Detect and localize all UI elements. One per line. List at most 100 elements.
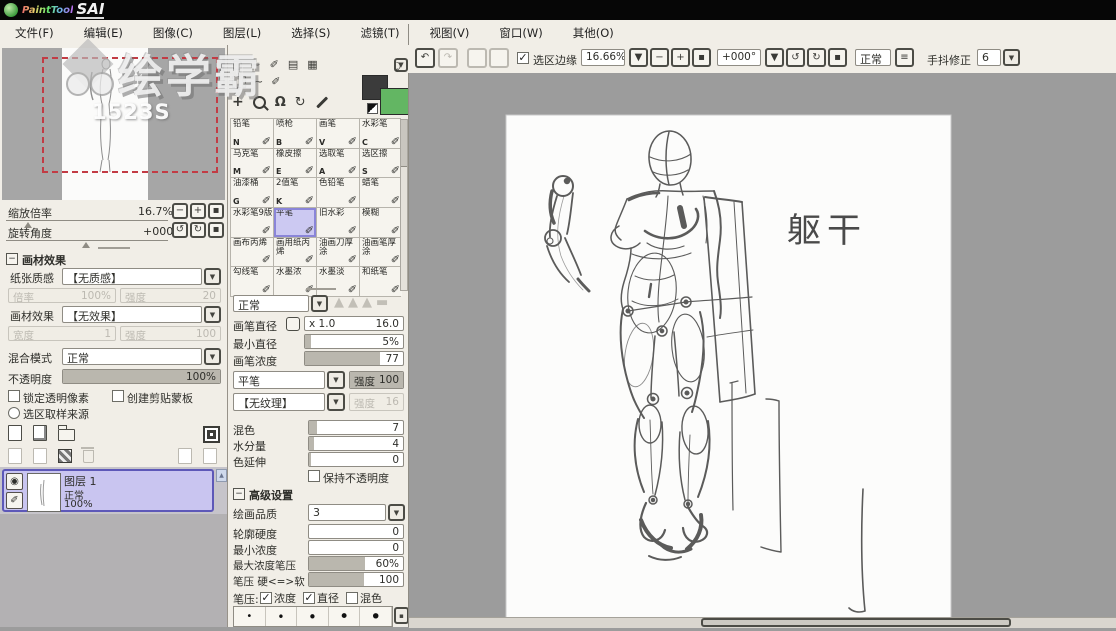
nav-zoom-button[interactable]: − — [172, 203, 188, 219]
new-folder-icon[interactable] — [58, 425, 75, 441]
size-preset-button[interactable]: • — [234, 607, 266, 626]
nav-zoom-button[interactable]: + — [190, 203, 206, 219]
stabilizer-value-box[interactable]: 6 — [977, 49, 1001, 66]
layer-blend-dropdown-button[interactable]: ▼ — [204, 348, 221, 365]
brush-item[interactable]: 画笔 V ✐ — [317, 119, 359, 148]
clear-layer-icon[interactable] — [58, 449, 72, 463]
brush-item[interactable]: 油画刀厚涂 ✐ — [317, 237, 359, 267]
layer-scroll-up-button[interactable]: ▲ — [216, 469, 227, 482]
paper-strength-slider[interactable]: 强度 20 — [120, 288, 221, 303]
pressure-check-item[interactable]: ✓ 直径 — [303, 590, 339, 606]
angle-control-button[interactable]: ↺ — [786, 48, 805, 67]
size-preset-button[interactable]: • — [297, 607, 329, 626]
raise-layer-icon[interactable] — [178, 448, 192, 464]
brush-item[interactable]: 画布丙烯 ✐ — [231, 237, 273, 267]
layer-opacity-slider[interactable]: 100% — [62, 369, 221, 384]
texture-select[interactable]: 【无纹理】 — [233, 393, 325, 411]
clipping-mask-checkbox[interactable]: ✓ — [112, 390, 124, 402]
texture-strength-slider[interactable]: 强度 16 — [349, 393, 404, 411]
brush-tip-shape-icon[interactable]: ▬ — [376, 295, 388, 310]
nav-zoom-slider[interactable] — [6, 220, 168, 221]
hatch-texture-icon[interactable]: ▤ — [288, 58, 298, 71]
size-preset-button[interactable]: • — [329, 607, 361, 627]
brush-item[interactable]: 油漆桶 G ✐ — [231, 178, 273, 208]
angle-control-button[interactable]: ▪ — [828, 48, 847, 67]
brush-blend-mode-select[interactable]: 正常 — [233, 295, 309, 312]
brush-item[interactable]: 水彩笔9版 ✐ — [231, 208, 273, 237]
max-density-slider[interactable]: 60% — [308, 556, 404, 571]
menu-item[interactable]: 图像(C) — [138, 25, 208, 41]
nav-angle-slider-handle[interactable] — [82, 242, 90, 248]
paper-texture-dropdown-button[interactable]: ▼ — [204, 268, 221, 285]
pressure-check-item[interactable]: ✓ 浓度 — [260, 590, 296, 606]
brush-tip-shape-icon[interactable]: ▲ — [348, 295, 358, 310]
effect-strength-slider[interactable]: 强度 100 — [120, 326, 221, 341]
menu-item[interactable]: 滤镜(T) — [346, 25, 415, 41]
zoom-control-button[interactable]: ▪ — [692, 48, 711, 67]
zoom-value-box[interactable]: 16.66% — [581, 49, 625, 66]
new-lineart-layer-icon[interactable] — [33, 425, 47, 441]
nav-angle-button[interactable]: ↺ — [172, 222, 188, 238]
undo-button[interactable]: ↶ — [415, 48, 435, 68]
pressure-checkbox[interactable]: ✓ — [260, 591, 272, 604]
canvas-h-scrollbar-thumb[interactable] — [701, 618, 1011, 627]
layer-visibility-button[interactable]: ◉ — [6, 473, 23, 490]
brush-tip-shape-icon[interactable]: ▲ — [334, 295, 344, 310]
brush-item[interactable]: 油画笔厚涂 ✐ — [360, 237, 402, 267]
brush-item[interactable]: 水彩笔 C ✐ — [360, 119, 402, 148]
keep-opacity-checkbox[interactable]: ✓ — [308, 470, 320, 482]
merge-down-icon[interactable] — [33, 448, 47, 464]
reset-rotation-icon[interactable]: ↻ — [295, 95, 306, 110]
material-effect-dropdown-button[interactable]: ▼ — [204, 306, 221, 323]
angle-control-button[interactable]: ↻ — [807, 48, 826, 67]
zoom-control-button[interactable]: ▼ — [629, 48, 648, 67]
pressure-checkbox[interactable]: ✓ — [303, 591, 315, 604]
layer-row[interactable]: ◉ ✐ 图层 1 正常 100% — [2, 469, 214, 512]
nav-angle-button[interactable]: ↻ — [190, 222, 206, 238]
menu-item[interactable]: 其他(O) — [558, 25, 629, 41]
lock-alpha-checkbox[interactable]: ✓ — [8, 390, 20, 402]
min-density-slider[interactable]: 0 — [308, 540, 404, 555]
brush-item[interactable]: 水墨浓 ✐ — [274, 267, 316, 297]
layer-blend-select[interactable]: 正常 — [62, 348, 202, 365]
nav-zoom-button[interactable]: ▪ — [208, 203, 224, 219]
texture-dropdown-button[interactable]: ▼ — [327, 393, 345, 411]
paper-texture-select[interactable]: 【无质感】 — [62, 268, 202, 285]
canvas-area[interactable]: 躯干 — [408, 73, 1116, 628]
rotate-canvas-icon[interactable]: Ω — [275, 95, 286, 110]
brush-tip-select[interactable]: 平笔 — [233, 371, 325, 389]
reset-colors-icon[interactable] — [367, 103, 378, 114]
brush-item[interactable]: 模糊 ✐ — [360, 208, 402, 237]
magic-wand-icon[interactable]: ✐ — [271, 75, 280, 88]
layer-mask-icon[interactable] — [203, 426, 220, 443]
brush-item[interactable]: 勾线笔 ✐ — [231, 267, 273, 297]
selection-source-radio[interactable] — [8, 407, 20, 419]
material-section-toggle[interactable]: − — [6, 253, 18, 265]
brush-item[interactable]: 马克笔 M ✐ — [231, 148, 273, 178]
brush-item[interactable]: 选取笔 A ✐ — [317, 148, 359, 178]
menu-item[interactable]: 图层(L) — [208, 25, 276, 41]
grid-texture-icon[interactable]: ▦ — [307, 58, 317, 71]
selection-mode-menu-button[interactable]: ≡ — [895, 48, 914, 67]
quality-select[interactable]: 3 — [308, 504, 386, 521]
menu-item[interactable]: 窗口(W) — [484, 25, 557, 41]
brush-density-slider[interactable]: 77 — [304, 351, 404, 366]
brush-item[interactable]: 蜡笔 ✐ — [360, 178, 402, 208]
reselect-button[interactable] — [489, 48, 509, 68]
angle-value-box[interactable]: +000° — [717, 49, 761, 66]
pressure-check-item[interactable]: ✓ 混色 — [346, 590, 382, 606]
nav-angle-slider[interactable] — [6, 240, 168, 241]
brush-item[interactable]: 铅笔 N ✐ — [231, 119, 273, 148]
size-preset-scroll-button[interactable]: ▪ — [394, 607, 409, 624]
pressure-checkbox[interactable]: ✓ — [346, 592, 358, 604]
menu-item[interactable]: 视图(V) — [415, 25, 485, 41]
material-effect-select[interactable]: 【无效果】 — [62, 306, 202, 323]
brush-item[interactable]: 色铅笔 ✐ — [317, 178, 359, 208]
nav-angle-button[interactable]: ▪ — [208, 222, 224, 238]
eyedropper-icon[interactable] — [315, 96, 328, 108]
blend-slider[interactable]: 7 — [308, 420, 404, 435]
lower-layer-icon[interactable] — [203, 448, 217, 464]
tip-strength-slider[interactable]: 强度 100 — [349, 371, 404, 389]
brush-tip-shape-icon[interactable]: ▲ — [362, 295, 372, 310]
layer-paint-button[interactable]: ✐ — [6, 492, 23, 509]
